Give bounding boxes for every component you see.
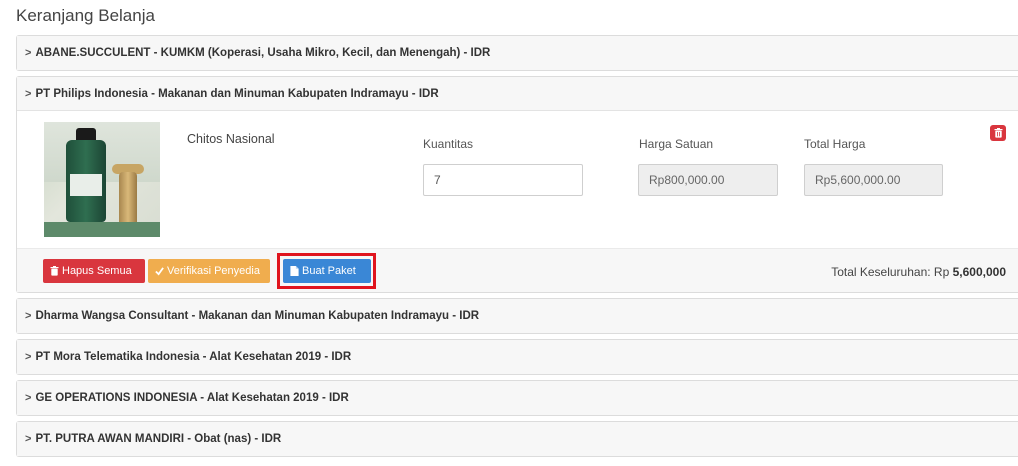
vendor-panel: > PT. PUTRA AWAN MANDIRI - Obat (nas) - … (16, 421, 1018, 457)
unit-price-field: Rp800,000.00 (638, 164, 778, 196)
vendor-title: PT Philips Indonesia - Makanan dan Minum… (35, 87, 439, 100)
vendor-panel: > Dharma Wangsa Consultant - Makanan dan… (16, 298, 1018, 334)
chevron-right-icon: > (25, 433, 32, 445)
page-title: Keranjang Belanja (16, 6, 155, 25)
vendor-title: ABANE.SUCCULENT - KUMKM (Koperasi, Usaha… (35, 47, 491, 59)
vendor-panel-header[interactable]: > PT Mora Telematika Indonesia - Alat Ke… (17, 340, 1018, 374)
check-icon (155, 267, 164, 276)
quantity-label: Kuantitas (423, 137, 474, 151)
vendor-title: Dharma Wangsa Consultant - Makanan dan M… (35, 310, 480, 322)
chevron-right-icon: > (25, 310, 32, 322)
total-price-field: Rp5,600,000.00 (804, 164, 943, 196)
cart-footer: Hapus Semua Verifikasi Penyedia Buat Pak… (17, 248, 1018, 292)
cart-item-row: Chitos Nasional Kuantitas Harga Satuan T… (17, 111, 1018, 248)
vendor-panel-header[interactable]: > PT Philips Indonesia - Makanan dan Min… (17, 77, 1018, 111)
grand-total-value: 5,600,000 (952, 265, 1006, 279)
remove-item-button[interactable] (990, 125, 1006, 141)
unit-price-label: Harga Satuan (639, 137, 714, 151)
trash-icon (50, 266, 59, 276)
vendor-panel: > GE OPERATIONS INDONESIA - Alat Kesehat… (16, 380, 1018, 416)
delete-all-button[interactable]: Hapus Semua (43, 259, 145, 283)
vendor-panel-open: > PT Philips Indonesia - Makanan dan Min… (16, 76, 1018, 293)
grand-total-label: Total Keseluruhan: Rp (831, 265, 950, 279)
product-image (44, 122, 160, 237)
vendor-title: PT. PUTRA AWAN MANDIRI - Obat (nas) - ID… (35, 433, 282, 445)
quantity-input[interactable] (423, 164, 583, 196)
verify-vendor-label: Verifikasi Penyedia (167, 265, 260, 277)
vendor-panel-header[interactable]: > ABANE.SUCCULENT - KUMKM (Koperasi, Usa… (17, 36, 1018, 70)
cart-accordion: > ABANE.SUCCULENT - KUMKM (Koperasi, Usa… (16, 35, 1018, 462)
chevron-right-icon: > (25, 47, 32, 59)
chevron-right-icon: > (25, 351, 32, 363)
highlight-box (277, 253, 376, 289)
trash-icon (994, 128, 1002, 138)
vendor-panel-header[interactable]: > PT. PUTRA AWAN MANDIRI - Obat (nas) - … (17, 422, 1018, 456)
delete-all-label: Hapus Semua (62, 265, 132, 277)
chevron-right-icon: > (25, 392, 32, 404)
vendor-panel: > PT Mora Telematika Indonesia - Alat Ke… (16, 339, 1018, 375)
vendor-panel-header[interactable]: > Dharma Wangsa Consultant - Makanan dan… (17, 299, 1018, 333)
total-price-label: Total Harga (804, 137, 866, 151)
vendor-panel: > ABANE.SUCCULENT - KUMKM (Koperasi, Usa… (16, 35, 1018, 71)
grand-total: Total Keseluruhan: Rp 5,600,000 (831, 265, 1006, 279)
verify-vendor-button[interactable]: Verifikasi Penyedia (148, 259, 270, 283)
vendor-title: GE OPERATIONS INDONESIA - Alat Kesehatan… (35, 392, 349, 404)
vendor-panel-header[interactable]: > GE OPERATIONS INDONESIA - Alat Kesehat… (17, 381, 1018, 415)
product-name: Chitos Nasional (187, 132, 275, 146)
chevron-right-icon: > (25, 87, 32, 100)
vendor-title: PT Mora Telematika Indonesia - Alat Kese… (35, 351, 352, 363)
